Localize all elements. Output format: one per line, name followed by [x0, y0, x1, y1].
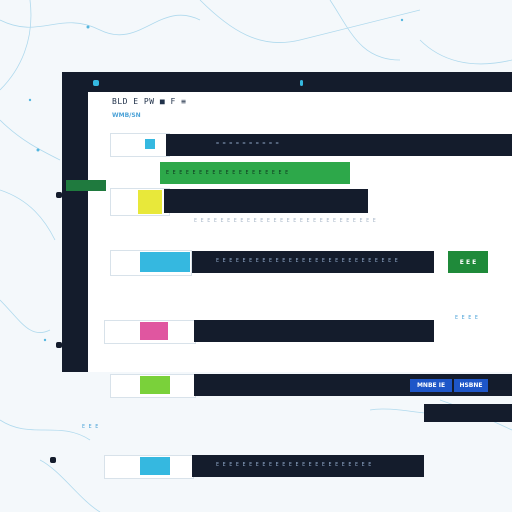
- status-badge: MNBE IE: [410, 379, 452, 392]
- row-color-tag: [140, 252, 190, 272]
- status-badge: HSBNE: [454, 379, 488, 392]
- sidebar-item-icon[interactable]: [56, 192, 62, 198]
- row-text: E E E E E E E E E E E E E E E E E E E E …: [216, 462, 372, 468]
- row-caption: E E E: [82, 424, 99, 430]
- row-color-tag: [140, 322, 168, 340]
- row-caption: E E E E: [455, 315, 479, 321]
- list-item[interactable]: [194, 320, 434, 342]
- row-text: E E E E E E E E E E E E E E E E E E E: [166, 170, 289, 176]
- list-item[interactable]: [164, 189, 368, 213]
- row-text: = = = = = = = = = =: [216, 141, 279, 147]
- sidebar-green-button[interactable]: [66, 180, 106, 191]
- row-color-tag: [145, 139, 155, 149]
- window-titlebar: [62, 72, 512, 92]
- row-caption: E E E E E E E E E E E E E E E E E E E E …: [194, 218, 377, 224]
- row-text: E E E E E E E E E E E E E E E E E E E E …: [216, 258, 399, 264]
- sidebar-item-icon[interactable]: [50, 457, 56, 463]
- window-indicator-icon[interactable]: [93, 80, 99, 86]
- row-color-tag: [140, 457, 170, 475]
- status-badge: E E E: [448, 251, 488, 273]
- list-item[interactable]: [110, 133, 170, 157]
- page-title: BLD E PW ■ F ≡: [112, 97, 187, 106]
- row-color-tag: [140, 376, 170, 394]
- list-item[interactable]: [424, 404, 512, 422]
- pin-icon: [300, 80, 303, 86]
- sidebar-item-icon[interactable]: [56, 342, 62, 348]
- page-subtitle: WMB/SN: [112, 112, 141, 119]
- window-sidebar: [62, 72, 88, 372]
- row-color-tag: [138, 190, 162, 214]
